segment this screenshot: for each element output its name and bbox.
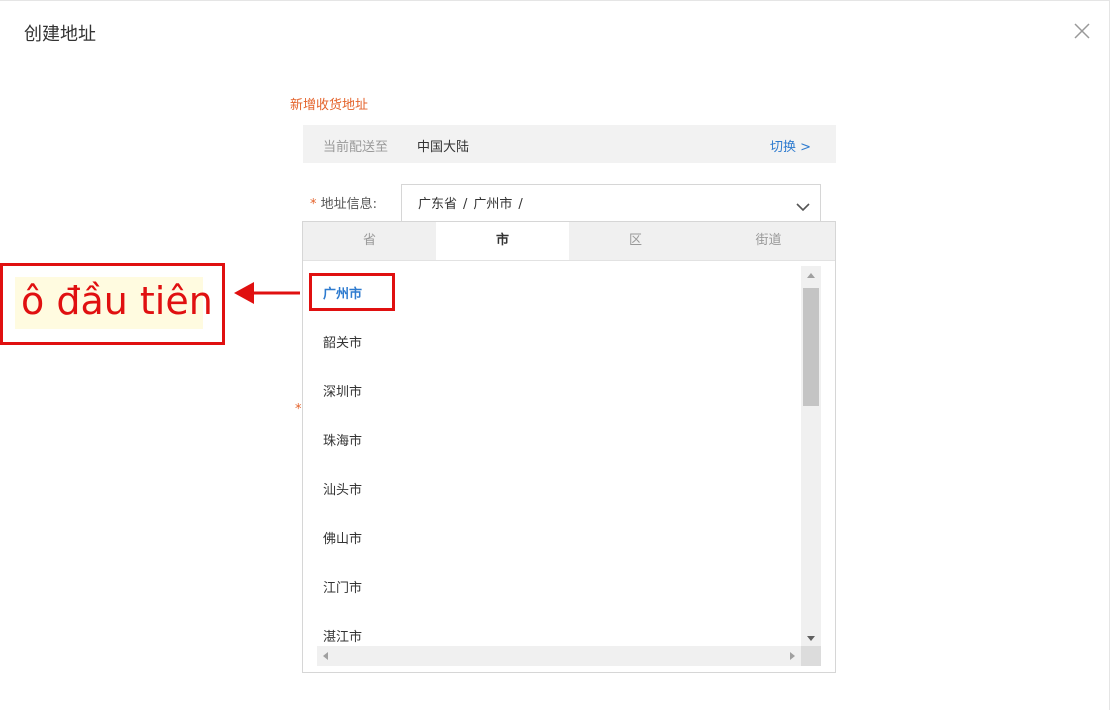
- city-list: 广州市 韶关市 深圳市 珠海市 汕头市 佛山市 江门市 湛江市: [303, 260, 801, 646]
- city-option-zhanjiang[interactable]: 湛江市: [323, 626, 362, 645]
- tab-street[interactable]: 街道: [702, 222, 835, 260]
- tab-city[interactable]: 市: [436, 222, 569, 260]
- annotation-background: ô đầu tiên: [15, 277, 213, 329]
- scrollbar-corner: [801, 646, 821, 666]
- city-option-shenzhen[interactable]: 深圳市: [323, 381, 362, 400]
- required-mark: *: [295, 402, 302, 417]
- annotation-text: ô đầu tiên: [21, 279, 213, 323]
- path-separator: /: [463, 197, 468, 212]
- switch-region-link[interactable]: 切换 >: [770, 136, 811, 155]
- city-option-foshan[interactable]: 佛山市: [323, 528, 362, 547]
- shipping-region: 中国大陆: [417, 140, 470, 155]
- shipping-label: 当前配送至: [323, 140, 389, 155]
- annotation-callout: ô đầu tiên: [0, 263, 225, 345]
- region-tabs: 省 市 区 街道: [303, 222, 835, 261]
- vertical-scrollbar[interactable]: [801, 266, 821, 647]
- path-separator: /: [518, 197, 523, 212]
- tab-district[interactable]: 区: [569, 222, 702, 260]
- dialog-title: 创建地址: [24, 24, 96, 45]
- section-title: 新增收货地址: [290, 98, 369, 113]
- chevron-down-icon[interactable]: [796, 197, 810, 216]
- scroll-right-icon[interactable]: [790, 652, 795, 660]
- scroll-left-icon[interactable]: [323, 652, 328, 660]
- selected-city: 广州市: [473, 197, 513, 212]
- required-mark: *: [310, 197, 317, 212]
- address-info-label: * 地址信息:: [310, 193, 377, 212]
- city-option-zhuhai[interactable]: 珠海市: [323, 430, 362, 449]
- selected-province: 广东省: [418, 197, 458, 212]
- arrow-left-icon: [234, 282, 300, 304]
- address-label-text: 地址信息:: [320, 197, 378, 212]
- close-icon[interactable]: [1071, 20, 1093, 42]
- highlight-box: [309, 273, 395, 311]
- city-option-shaoguan[interactable]: 韶关市: [323, 332, 362, 351]
- scroll-up-icon[interactable]: [807, 273, 815, 278]
- horizontal-scrollbar[interactable]: [317, 646, 801, 666]
- address-selected-value: 广东省 / 广州市 /: [418, 193, 529, 212]
- shipping-bar: 当前配送至 中国大陆 切换 >: [303, 125, 836, 163]
- city-option-jiangmen[interactable]: 江门市: [323, 577, 362, 596]
- scroll-thumb[interactable]: [803, 288, 819, 406]
- scroll-down-icon[interactable]: [807, 636, 815, 641]
- tab-province[interactable]: 省: [303, 222, 436, 260]
- address-select[interactable]: 广东省 / 广州市 /: [401, 184, 821, 222]
- city-option-shantou[interactable]: 汕头市: [323, 479, 362, 498]
